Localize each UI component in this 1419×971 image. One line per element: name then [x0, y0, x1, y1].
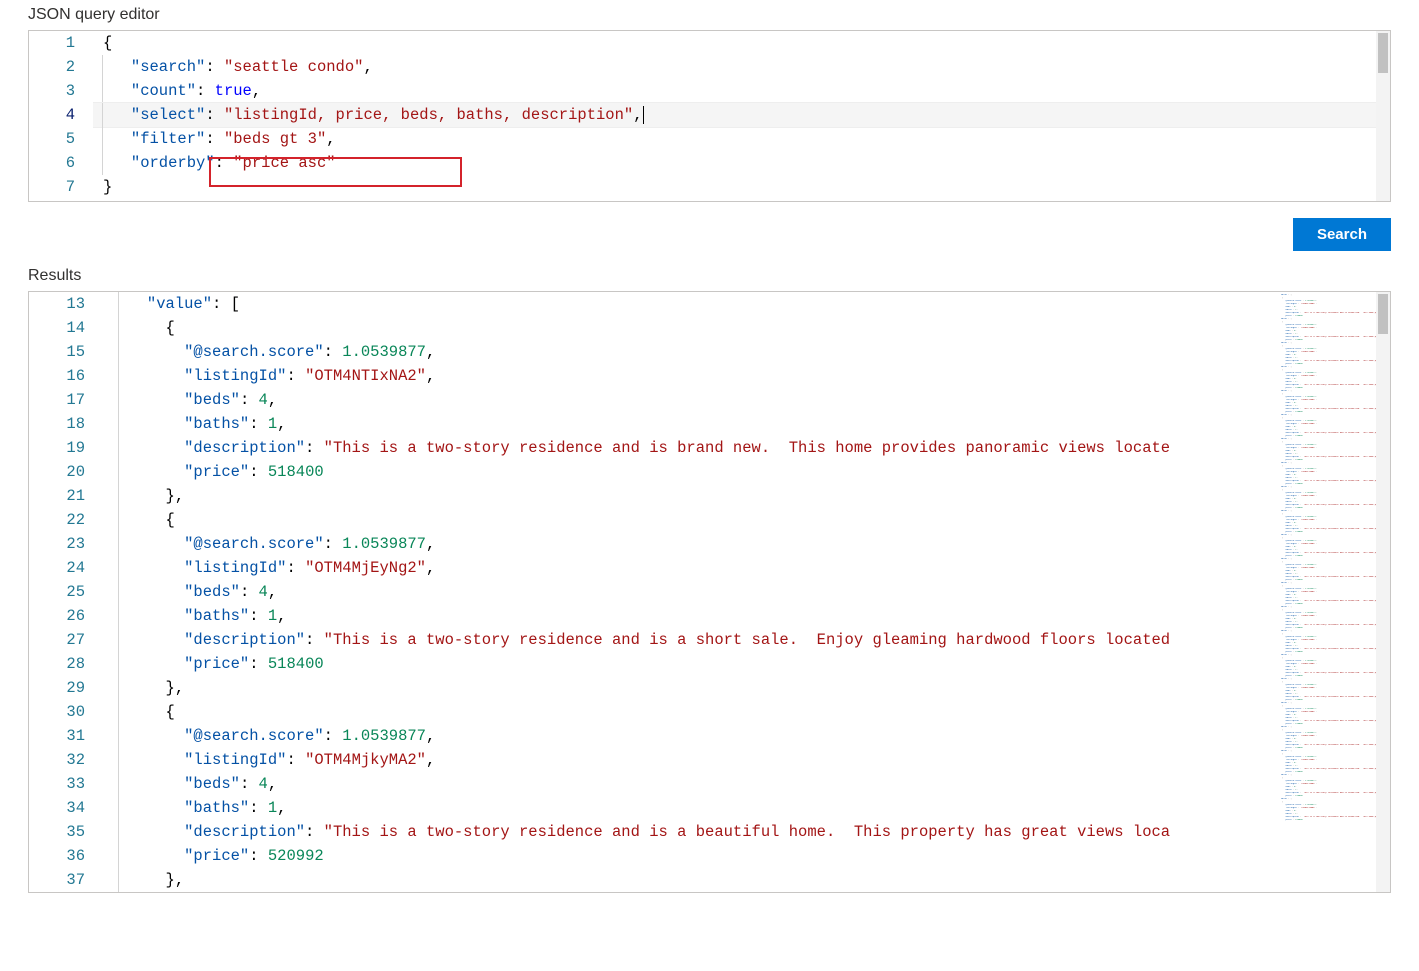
- results-gutter: 1314151617181920212223242526272829303132…: [29, 292, 105, 892]
- editor-scrollbar[interactable]: [1376, 31, 1390, 201]
- results-scrollbar[interactable]: [1376, 292, 1390, 892]
- editor-section-label: JSON query editor: [0, 0, 1419, 30]
- results-minimap[interactable]: "value": [ { "@search.score": 1.0539877,…: [1276, 294, 1376, 892]
- results-section-label: Results: [0, 261, 1419, 291]
- results-code[interactable]: "value": [ { "@search.score": 1.0539877,…: [105, 292, 1390, 892]
- results-viewer[interactable]: 1314151617181920212223242526272829303132…: [28, 291, 1391, 893]
- query-gutter: 1234567: [29, 31, 93, 201]
- search-button[interactable]: Search: [1293, 218, 1391, 251]
- query-code[interactable]: { "search": "seattle condo", "count": tr…: [93, 31, 1390, 201]
- json-query-editor[interactable]: 1234567 { "search": "seattle condo", "co…: [28, 30, 1391, 202]
